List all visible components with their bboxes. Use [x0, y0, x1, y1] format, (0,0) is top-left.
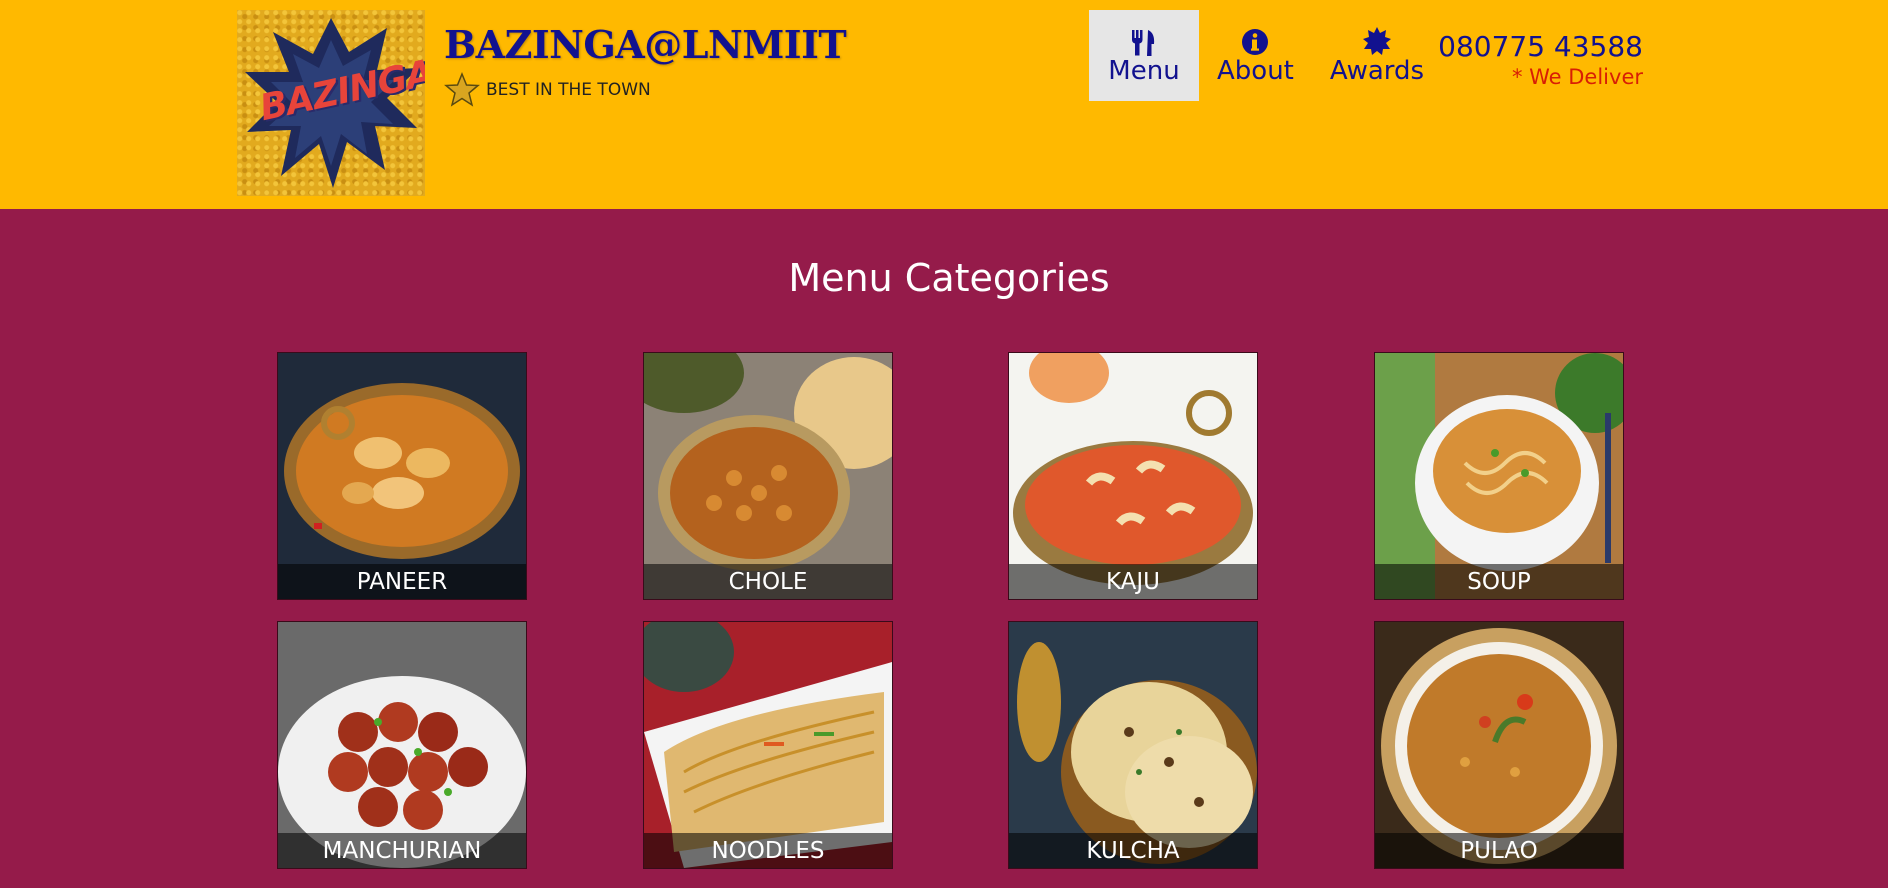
- category-tile-kaju[interactable]: KAJU: [1008, 352, 1258, 600]
- category-label: NOODLES: [644, 833, 892, 868]
- cutlery-icon: [1129, 26, 1159, 56]
- category-tile-paneer[interactable]: PANEER: [277, 352, 527, 600]
- chole-dish-image: [644, 353, 892, 599]
- tagline-text: BEST IN THE TOWN: [486, 80, 651, 100]
- badge-icon: [1362, 26, 1392, 56]
- nav-item-menu[interactable]: Menu: [1089, 10, 1199, 101]
- contact-info: 080775 43588 * We Deliver: [1438, 30, 1643, 89]
- nav-label-menu: Menu: [1108, 55, 1180, 86]
- nav-item-awards[interactable]: Awards: [1312, 10, 1442, 101]
- category-tile-manchurian[interactable]: MANCHURIAN: [277, 621, 527, 869]
- section-title: Menu Categories: [788, 256, 1110, 300]
- paneer-dish-image: [278, 353, 526, 599]
- info-icon: [1241, 26, 1269, 56]
- category-label: SOUP: [1375, 564, 1623, 599]
- category-label: KAJU: [1009, 564, 1257, 599]
- nav-item-about[interactable]: About: [1199, 10, 1312, 101]
- category-tile-soup[interactable]: SOUP: [1374, 352, 1624, 600]
- category-label: KULCHA: [1009, 833, 1257, 868]
- nav-label-about: About: [1217, 55, 1294, 86]
- kulcha-dish-image: [1009, 622, 1257, 868]
- category-label: PULAO: [1375, 833, 1623, 868]
- category-tile-pulao[interactable]: PULAO: [1374, 621, 1624, 869]
- kaju-dish-image: [1009, 353, 1257, 599]
- brand-title[interactable]: BAZINGA@LNMIIT: [444, 22, 847, 67]
- brand-tagline: BEST IN THE TOWN: [444, 72, 651, 107]
- soup-dish-image: [1375, 353, 1623, 599]
- star-icon: [444, 72, 480, 107]
- nav-label-awards: Awards: [1329, 55, 1425, 86]
- noodles-dish-image: [644, 622, 892, 868]
- delivery-note: * We Deliver: [1511, 65, 1643, 89]
- category-tile-noodles[interactable]: NOODLES: [643, 621, 893, 869]
- category-label: MANCHURIAN: [278, 833, 526, 868]
- site-logo[interactable]: BAZINGA!: [237, 10, 425, 196]
- category-tile-kulcha[interactable]: KULCHA: [1008, 621, 1258, 869]
- pulao-dish-image: [1375, 622, 1623, 868]
- phone-number[interactable]: 080775 43588: [1438, 30, 1643, 63]
- site-header: BAZINGA! BAZINGA@LNMIIT BEST IN THE TOWN…: [0, 0, 1888, 209]
- main-nav: Menu About Awards: [1089, 10, 1442, 101]
- category-label: CHOLE: [644, 564, 892, 599]
- category-tile-chole[interactable]: CHOLE: [643, 352, 893, 600]
- category-label: PANEER: [278, 564, 526, 599]
- manchurian-dish-image: [278, 622, 526, 868]
